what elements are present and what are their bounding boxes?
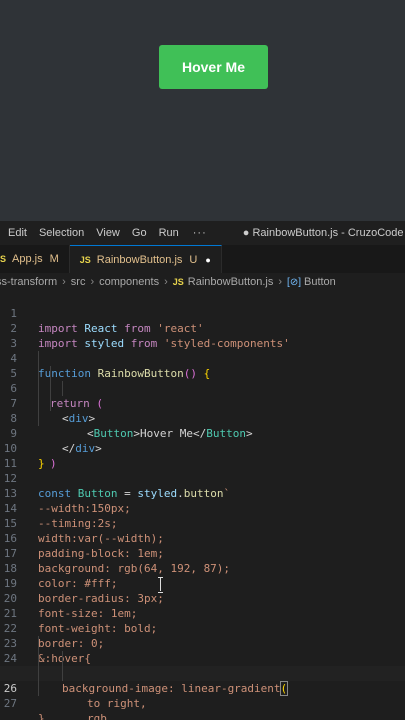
- text-cursor-icon: [157, 577, 165, 593]
- code-line: 18 color: #fff;: [0, 546, 405, 590]
- tab-rainbowbutton-js[interactable]: JS RainbowButton.js U ●: [69, 245, 222, 273]
- code-line: 10 }: [0, 426, 405, 470]
- menu-bar: Edit Selection View Go Run ··· ● Rainbow…: [0, 221, 405, 245]
- tab-app-js[interactable]: JS App.js M: [0, 245, 70, 273]
- breadcrumb-separator-icon: ›: [90, 276, 95, 288]
- code-line: 12 const Button = styled.button`: [0, 456, 405, 500]
- code-line: 23 &:hover{: [0, 621, 405, 665]
- code-line: `;: [0, 711, 405, 720]
- editor-tab-bar: JS App.js M JS RainbowButton.js U ●: [0, 245, 405, 273]
- breadcrumb-components[interactable]: components: [99, 276, 159, 288]
- code-line: 7 <Button>Hover Me</Button>: [0, 381, 405, 440]
- code-line: 15 width:var(--width);: [0, 501, 405, 545]
- code-line: 14 --timing:2s;: [0, 486, 405, 530]
- code-editor[interactable]: 1 import React from 'react' 2 import sty…: [0, 291, 405, 720]
- js-file-icon: JS: [172, 277, 184, 287]
- menu-edit[interactable]: Edit: [0, 227, 33, 239]
- breadcrumb: ss-transform › src › components › JS Rai…: [0, 273, 405, 291]
- window-title: ● RainbowButton.js - CruzoCode - Visual: [242, 227, 405, 239]
- code-line: 9 ): [0, 411, 405, 470]
- unsaved-dot-icon[interactable]: ●: [205, 255, 210, 265]
- git-status-badge: M: [49, 253, 59, 265]
- breadcrumb-file[interactable]: RainbowButton.js: [188, 276, 274, 288]
- breadcrumb-folder[interactable]: ss-transform: [0, 276, 57, 288]
- code-line: 8 </div>: [0, 396, 405, 455]
- code-line: 27 );: [0, 681, 405, 710]
- code-line: 11: [0, 441, 405, 470]
- code-line: 5 return (: [0, 351, 405, 410]
- menu-run[interactable]: Run: [153, 227, 185, 239]
- menu-more-button[interactable]: ···: [185, 227, 215, 239]
- code-line: 4 function RainbowButton() {: [0, 336, 405, 380]
- breadcrumb-symbol[interactable]: Button: [304, 276, 336, 288]
- tab-label: App.js: [12, 253, 43, 265]
- code-line: 13 --width:150px;: [0, 471, 405, 515]
- menu-view[interactable]: View: [90, 227, 126, 239]
- code-line: 24 background-image: linear-gradient(: [0, 636, 405, 696]
- git-status-badge: U: [189, 253, 198, 266]
- code-line: 1 import React from 'react': [0, 291, 405, 335]
- breadcrumb-separator-icon: ›: [62, 276, 66, 288]
- code-line: }: [38, 712, 45, 720]
- preview-pane: Hover Me: [0, 0, 405, 221]
- code-line-current: 26 rgb: [0, 666, 405, 720]
- hover-me-button[interactable]: Hover Me: [159, 45, 268, 89]
- code-line: 16 padding-block: 1em;: [0, 516, 405, 560]
- js-file-icon: JS: [0, 254, 7, 264]
- code-line: 21 font-weight: bold;: [0, 591, 405, 635]
- breadcrumb-src[interactable]: src: [71, 276, 86, 288]
- code-line: 25 to right,: [0, 651, 405, 710]
- code-line: 20 font-size: 1em;: [0, 576, 405, 620]
- symbol-variable-icon: [⊘]: [287, 276, 301, 288]
- code-line: 3: [0, 321, 405, 350]
- code-line: 17 background: rgb(64, 192, 87);: [0, 531, 405, 575]
- menu-go[interactable]: Go: [126, 227, 153, 239]
- js-file-icon: JS: [79, 254, 91, 265]
- breadcrumb-separator-icon: ›: [164, 276, 168, 288]
- code-line: 22 border: 0;: [0, 606, 405, 650]
- menu-selection[interactable]: Selection: [33, 227, 90, 239]
- tab-label: RainbowButton.js: [96, 253, 183, 266]
- breadcrumb-separator-icon: ›: [278, 276, 283, 288]
- code-line: 2 import styled from 'styled-components': [0, 306, 405, 350]
- code-line: 6 <div>: [0, 366, 405, 425]
- code-line: 19 border-radius: 3px;: [0, 561, 405, 605]
